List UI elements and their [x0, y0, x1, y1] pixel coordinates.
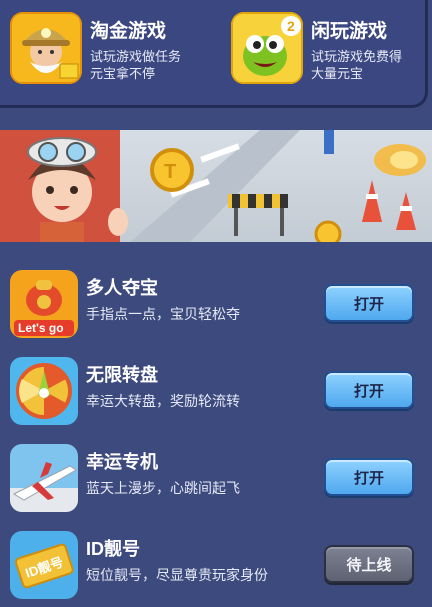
treasure-bag-icon[interactable]: Let's go: [10, 270, 78, 338]
open-button[interactable]: 打开: [324, 371, 414, 409]
id-ticket-icon[interactable]: ID靓号: [10, 531, 78, 599]
item-desc: 幸运大转盘，奖励轮流转: [86, 393, 240, 409]
list-item-duobao[interactable]: Let's go 多人夺宝 手指点一点，宝贝轻松夺 打开: [10, 270, 430, 342]
pilot-character-banner: T: [0, 130, 432, 242]
wheel-icon[interactable]: [10, 357, 78, 425]
top-games-panel: 淘金游戏 试玩游戏做任务元宝拿不停 2 闲玩游戏 试玩游戏免费得大量元宝: [0, 0, 428, 108]
item-desc: 手指点一点，宝贝轻松夺: [86, 306, 240, 322]
green-monster-icon[interactable]: 2: [231, 12, 303, 84]
game-title: 闲玩游戏: [311, 21, 388, 42]
promo-banner[interactable]: T: [0, 130, 432, 242]
list-item-zhuanpan[interactable]: 无限转盘 幸运大转盘，奖励轮流转 打开: [10, 357, 430, 429]
game-title: 淘金游戏: [90, 21, 167, 42]
list-item-zhuanji[interactable]: 幸运专机 蓝天上漫步，心跳间起飞 打开: [10, 444, 430, 516]
item-title: 多人夺宝: [86, 278, 158, 298]
game-card-xianwan[interactable]: 2 闲玩游戏 试玩游戏免费得大量元宝: [231, 12, 427, 86]
svg-text:T: T: [164, 161, 176, 183]
item-desc: 短位靓号，尽显尊贵玩家身份: [86, 567, 268, 583]
open-button[interactable]: 打开: [324, 284, 414, 322]
game-desc: 试玩游戏做任务元宝拿不停: [90, 49, 182, 81]
airplane-icon[interactable]: [10, 444, 78, 512]
game-card-taojin[interactable]: 淘金游戏 试玩游戏做任务元宝拿不停: [10, 12, 210, 86]
item-title: 无限转盘: [86, 365, 158, 385]
svg-text:2: 2: [287, 18, 295, 34]
list-item-id[interactable]: ID靓号 ID靓号 短位靓号，尽显尊贵玩家身份 待上线: [10, 531, 430, 603]
icon-label: Let's go: [18, 321, 64, 335]
item-title: 幸运专机: [86, 452, 158, 472]
game-desc: 试玩游戏免费得大量元宝: [311, 49, 403, 81]
open-button[interactable]: 打开: [324, 458, 414, 496]
item-desc: 蓝天上漫步，心跳间起飞: [86, 480, 240, 496]
coming-soon-button[interactable]: 待上线: [324, 545, 414, 583]
gold-miner-icon[interactable]: [10, 12, 82, 84]
item-title: ID靓号: [86, 539, 140, 559]
